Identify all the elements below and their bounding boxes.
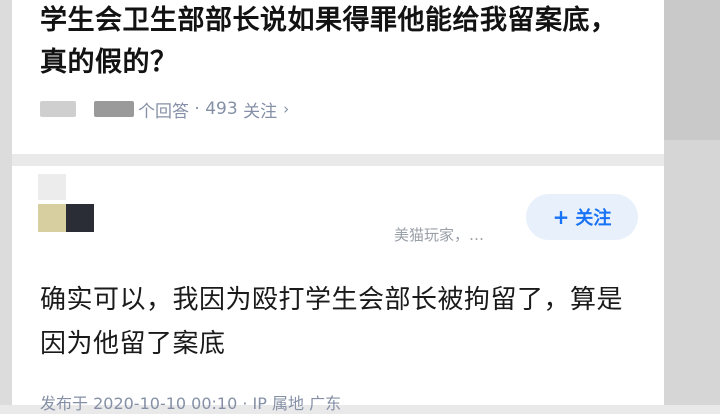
answer-footer: 发布于 2020-10-10 00:10 · IP 属地 广东	[40, 392, 342, 413]
avatar-segment	[66, 204, 94, 232]
meta-separator: ·	[189, 99, 206, 119]
question-card: 学生会卫生部部长说如果得罪他能给我留案底，真的假的？ 个回答 · 493 关注 …	[12, 0, 664, 154]
followers-label-text[interactable]: 关注	[243, 97, 277, 122]
background-left-edge	[0, 0, 12, 405]
answer-content[interactable]: 确实可以，我因为殴打学生会部长被拘留了，算是因为他留了案底	[40, 278, 640, 366]
answer-card: + 关注 美猫玩家，… 确实可以，我因为殴打学生会部长被拘留了，算是因为他留了案…	[12, 166, 664, 413]
author-badge: 美猫玩家，…	[394, 226, 485, 244]
question-title[interactable]: 学生会卫生部部长说如果得罪他能给我留案底，真的假的？	[40, 0, 640, 84]
plus-icon: +	[552, 205, 570, 229]
avatar-blur	[38, 174, 66, 200]
answers-label[interactable]: 个回答	[138, 97, 189, 122]
chevron-right-icon[interactable]: ›	[283, 100, 289, 118]
blurred-label	[40, 101, 76, 117]
avatar-segment	[38, 204, 66, 232]
avatar[interactable]	[38, 204, 94, 232]
follower-count: 493	[205, 99, 238, 119]
blurred-answer-count	[94, 101, 134, 117]
question-meta: 个回答 · 493 关注 ›	[40, 96, 289, 122]
follow-button[interactable]: + 关注	[526, 194, 638, 240]
follow-button-label: 关注	[575, 208, 612, 229]
publish-info: 发布于 2020-10-10 00:10 · IP 属地 广东	[40, 394, 342, 413]
background-right-edge	[664, 0, 720, 405]
